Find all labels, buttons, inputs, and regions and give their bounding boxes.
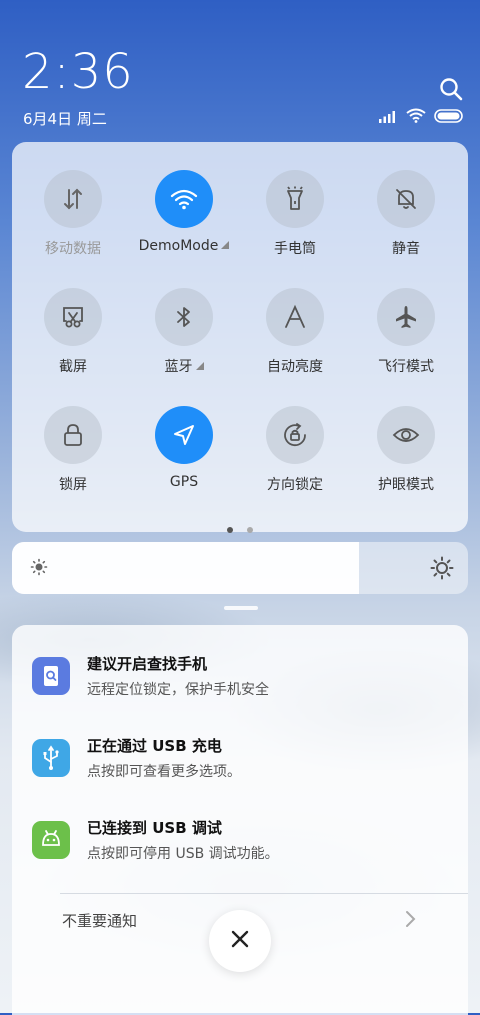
tile-label-text: 飞行模式 bbox=[378, 359, 434, 375]
airplane-icon[interactable] bbox=[377, 288, 435, 346]
notification-body: 点按即可停用 USB 调试功能。 bbox=[87, 846, 279, 862]
notification-title: 正在通过 USB 充电 bbox=[87, 737, 222, 755]
eye-icon[interactable] bbox=[377, 406, 435, 464]
tile-rotation-lock[interactable]: 方向锁定 bbox=[239, 406, 351, 494]
brightness-slider[interactable] bbox=[12, 542, 468, 594]
expand-arrow-icon[interactable] bbox=[221, 241, 230, 249]
tile-label-text: 护眼模式 bbox=[378, 477, 434, 493]
tile-eye[interactable]: 护眼模式 bbox=[350, 406, 462, 494]
tile-bluetooth[interactable]: 蓝牙 bbox=[128, 288, 240, 376]
expand-arrow-icon[interactable] bbox=[195, 362, 204, 370]
tile-gps[interactable]: GPS bbox=[128, 406, 240, 490]
tile-label-text: GPS bbox=[169, 474, 199, 490]
drag-handle[interactable] bbox=[224, 606, 258, 610]
find-phone-icon bbox=[32, 657, 70, 695]
tile-label: 蓝牙 bbox=[128, 356, 240, 376]
tile-label: 静音 bbox=[350, 238, 462, 258]
battery-icon bbox=[434, 108, 464, 127]
notification-body: 远程定位锁定，保护手机安全 bbox=[87, 682, 269, 698]
notification-body: 点按即可查看更多选项。 bbox=[87, 764, 241, 780]
android-icon bbox=[32, 821, 70, 859]
tile-label-text: 截屏 bbox=[59, 359, 87, 375]
tile-mobile-data[interactable]: 移动数据 bbox=[17, 170, 129, 258]
notification-title: 已连接到 USB 调试 bbox=[87, 819, 222, 837]
quick-settings-panel: 移动数据 DemoMode 手电筒 静音截屏 蓝牙 自动亮度 飞行模式锁屏 GPS 方向锁定 护眼… bbox=[12, 142, 468, 533]
rotation-lock-icon[interactable] bbox=[266, 406, 324, 464]
brightness-fill bbox=[12, 542, 359, 594]
clock-time: 2:36 bbox=[22, 44, 134, 100]
bluetooth-icon[interactable] bbox=[155, 288, 213, 346]
signal-icon bbox=[378, 108, 398, 127]
chevron-right-icon[interactable] bbox=[405, 910, 417, 932]
tile-label: 护眼模式 bbox=[350, 474, 462, 494]
page-dot-2[interactable] bbox=[246, 527, 253, 533]
tile-screenshot[interactable]: 截屏 bbox=[17, 288, 129, 376]
tile-lock[interactable]: 锁屏 bbox=[17, 406, 129, 494]
tile-label-text: 自动亮度 bbox=[267, 359, 323, 375]
notification-title: 建议开启查找手机 bbox=[87, 655, 208, 673]
divider bbox=[60, 893, 468, 894]
clock-date: 6月4日 周二 bbox=[23, 110, 107, 128]
tile-label-text: 静音 bbox=[392, 241, 420, 257]
page-dot-1[interactable] bbox=[227, 527, 234, 533]
tile-wifi[interactable]: DemoMode bbox=[128, 170, 240, 254]
mute-bell-icon[interactable] bbox=[377, 170, 435, 228]
tile-label: DemoMode bbox=[128, 238, 240, 254]
tile-label: 锁屏 bbox=[17, 474, 129, 494]
auto-brightness-icon[interactable] bbox=[266, 288, 324, 346]
usb-icon bbox=[32, 739, 70, 777]
tile-label-text: DemoMode bbox=[138, 238, 219, 254]
clear-notifications-button[interactable] bbox=[209, 910, 271, 972]
brightness-low-icon bbox=[30, 558, 48, 580]
notification-item[interactable]: 建议开启查找手机远程定位锁定，保护手机安全 bbox=[32, 649, 452, 709]
tile-label: 截屏 bbox=[17, 356, 129, 376]
lock-icon[interactable] bbox=[44, 406, 102, 464]
notification-item[interactable]: 正在通过 USB 充电点按即可查看更多选项。 bbox=[32, 731, 452, 791]
search-icon[interactable] bbox=[438, 76, 464, 102]
close-icon bbox=[231, 930, 249, 952]
page-indicator bbox=[12, 518, 468, 537]
flashlight-icon[interactable] bbox=[266, 170, 324, 228]
tile-label-text: 移动数据 bbox=[45, 241, 101, 257]
tile-mute-bell[interactable]: 静音 bbox=[350, 170, 462, 258]
status-bar bbox=[378, 108, 464, 126]
tile-label-text: 方向锁定 bbox=[267, 477, 323, 493]
tile-label-text: 锁屏 bbox=[59, 477, 87, 493]
gps-icon[interactable] bbox=[155, 406, 213, 464]
tile-label: 自动亮度 bbox=[239, 356, 351, 376]
unimportant-notifications[interactable]: 不重要通知 bbox=[62, 910, 137, 931]
tile-label: 飞行模式 bbox=[350, 356, 462, 376]
tile-flashlight[interactable]: 手电筒 bbox=[239, 170, 351, 258]
tile-label: GPS bbox=[128, 474, 240, 490]
tile-auto-brightness[interactable]: 自动亮度 bbox=[239, 288, 351, 376]
tile-label: 移动数据 bbox=[17, 238, 129, 258]
tile-label-text: 手电筒 bbox=[274, 241, 316, 257]
tile-label-text: 蓝牙 bbox=[164, 359, 193, 375]
tile-label: 方向锁定 bbox=[239, 474, 351, 494]
screenshot-icon[interactable] bbox=[44, 288, 102, 346]
brightness-high-icon bbox=[430, 556, 454, 584]
wifi-status-icon bbox=[406, 108, 426, 127]
tile-airplane[interactable]: 飞行模式 bbox=[350, 288, 462, 376]
notification-item[interactable]: 已连接到 USB 调试点按即可停用 USB 调试功能。 bbox=[32, 813, 452, 873]
wifi-icon[interactable] bbox=[155, 170, 213, 228]
tile-label: 手电筒 bbox=[239, 238, 351, 258]
mobile-data-icon[interactable] bbox=[44, 170, 102, 228]
